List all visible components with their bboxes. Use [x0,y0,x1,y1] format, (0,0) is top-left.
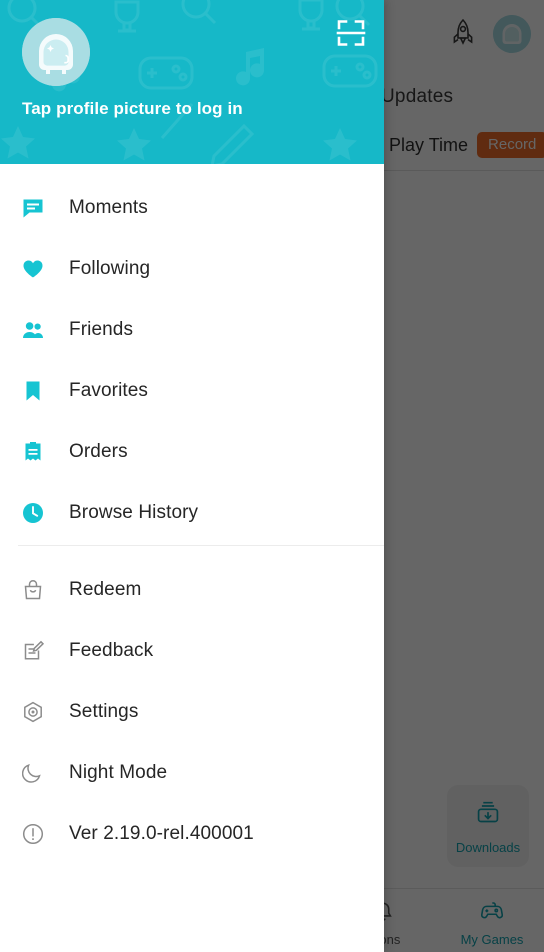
menu-item-label: Following [69,257,151,279]
edit-note-icon [22,640,44,662]
settings-hexagon-icon [22,701,44,723]
moon-icon [22,762,44,784]
drawer-menu-secondary: Redeem Feedback Settings Night Mode Ver … [0,546,384,864]
friends-icon [22,319,44,341]
menu-item-label: Feedback [69,639,154,661]
menu-item-night-mode[interactable]: Night Mode [0,742,384,803]
chat-bubble-icon [22,197,44,219]
scan-qr-icon[interactable] [336,18,366,48]
menu-item-redeem[interactable]: Redeem [0,559,384,620]
menu-item-label: Settings [69,700,139,722]
bookmark-icon [22,380,44,402]
menu-item-label: Orders [69,440,128,462]
menu-item-label: Favorites [69,379,149,401]
shopping-bag-icon [22,579,44,601]
clock-icon [22,502,44,524]
menu-item-friends[interactable]: Friends [0,299,384,360]
login-prompt[interactable]: Tap profile picture to log in [22,99,243,119]
menu-item-browse-history[interactable]: Browse History [0,482,384,543]
menu-item-label: Night Mode [69,761,168,783]
app-screen: Updates Play Time Record Downloads [0,0,544,952]
menu-item-feedback[interactable]: Feedback [0,620,384,681]
menu-item-favorites[interactable]: Favorites [0,360,384,421]
profile-avatar[interactable] [22,18,90,86]
drawer-menu-primary: Moments Following Friends Favorites Orde… [0,164,384,543]
receipt-icon [22,441,44,463]
info-circle-icon [22,823,44,845]
menu-item-following[interactable]: Following [0,238,384,299]
menu-item-label: Ver 2.19.0-rel.400001 [69,822,254,844]
menu-item-orders[interactable]: Orders [0,421,384,482]
heart-icon [22,258,44,280]
menu-item-label: Browse History [69,501,199,523]
menu-item-label: Friends [69,318,134,340]
menu-item-label: Redeem [69,578,142,600]
menu-item-settings[interactable]: Settings [0,681,384,742]
menu-item-moments[interactable]: Moments [0,177,384,238]
menu-item-version[interactable]: Ver 2.19.0-rel.400001 [0,803,384,864]
navigation-drawer: Tap profile picture to log in Moments Fo… [0,0,384,952]
menu-item-label: Moments [69,196,148,218]
drawer-header: Tap profile picture to log in [0,0,384,164]
